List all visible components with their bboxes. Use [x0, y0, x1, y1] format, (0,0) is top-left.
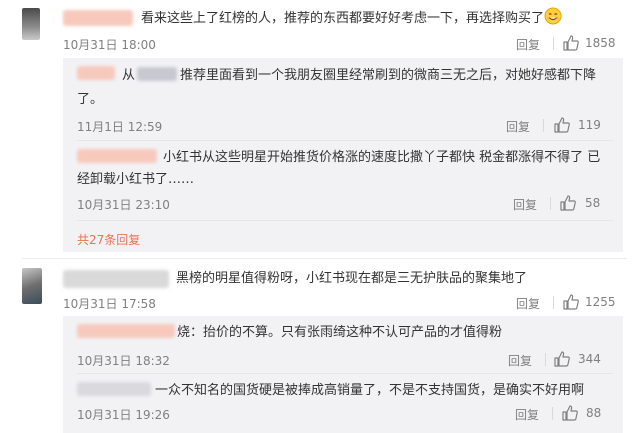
- divider: [552, 407, 553, 420]
- more-replies-link[interactable]: 共27条回复: [77, 231, 140, 248]
- reply-text: 一众不知名的国货硬是被捧成高销量了，不是不支持国货，是确实不好用啊: [155, 383, 585, 398]
- comment-divider: [22, 258, 627, 259]
- reply-divider: [77, 373, 613, 374]
- comment-text: 黑榜的明星值得粉呀，小红书现在都是三无护肤品的聚集地了: [176, 271, 528, 286]
- like-thumb-icon[interactable]: [562, 293, 580, 311]
- divider: [553, 296, 554, 309]
- blurred-username[interactable]: [77, 149, 157, 163]
- like-thumb-icon[interactable]: [553, 350, 571, 368]
- reply-time: 10月31日 18:32: [77, 354, 170, 368]
- like-count: 344: [578, 352, 601, 366]
- blurred-username[interactable]: [77, 382, 151, 396]
- reply-text-line1: 推荐里面看到一个我朋友圈里经常刷到的微商三无之后，对她好感都下降: [180, 68, 597, 83]
- like-thumb-icon[interactable]: [561, 404, 579, 422]
- like-thumb-icon[interactable]: [559, 194, 577, 212]
- divider: [543, 119, 544, 132]
- reply-time: 10月31日 23:10: [77, 198, 170, 212]
- reply-divider: [77, 140, 613, 141]
- reply-button[interactable]: 回复: [516, 36, 540, 53]
- divider: [553, 37, 554, 50]
- reply-text-line1: 小红书从这些明星开始推货价格涨的速度比撒丫子都快 税金都涨得不得了 已: [163, 150, 601, 165]
- reply-button[interactable]: 回复: [516, 295, 540, 312]
- blurred-username[interactable]: [63, 270, 169, 288]
- avatar[interactable]: [22, 268, 42, 304]
- reply-button[interactable]: 回复: [508, 352, 532, 369]
- smile-emoji-icon: [544, 7, 562, 32]
- reply-time: 10月31日 19:26: [77, 408, 170, 422]
- like-count: 58: [585, 196, 601, 210]
- comment-time: 10月31日 17:58: [63, 297, 156, 311]
- reply-button[interactable]: 回复: [506, 118, 530, 135]
- reply-text-line2: 了。: [77, 92, 104, 107]
- reply-text: 烧：抬价的不算。只有张雨绮这种不认可产品的才值得粉: [177, 325, 503, 340]
- divider: [550, 197, 551, 210]
- reply-divider: [77, 220, 613, 221]
- like-count: 88: [586, 406, 602, 420]
- blurred-username[interactable]: [77, 66, 115, 80]
- avatar[interactable]: [22, 8, 40, 40]
- like-thumb-icon[interactable]: [553, 116, 571, 134]
- comment-time: 10月31日 18:00: [63, 38, 156, 52]
- reply-button[interactable]: 回复: [513, 196, 537, 213]
- like-count: 119: [578, 118, 601, 132]
- like-count: 1858: [585, 36, 616, 50]
- reply-time: 11月1日 12:59: [77, 120, 163, 134]
- comment-text: 看来这些上了红榜的人，推荐的东西都要好好考虑一下，再选择购买了: [141, 7, 562, 32]
- like-thumb-icon[interactable]: [562, 34, 580, 52]
- blurred-username[interactable]: [77, 324, 175, 338]
- like-count: 1255: [585, 295, 616, 309]
- divider: [545, 353, 546, 366]
- blurred-username[interactable]: [63, 10, 133, 26]
- reply-text-line2: 经卸载小红书了……: [77, 172, 195, 187]
- reply-button[interactable]: 回复: [515, 406, 539, 423]
- reply-text: 从: [122, 68, 136, 83]
- blurred-mention: [137, 67, 177, 81]
